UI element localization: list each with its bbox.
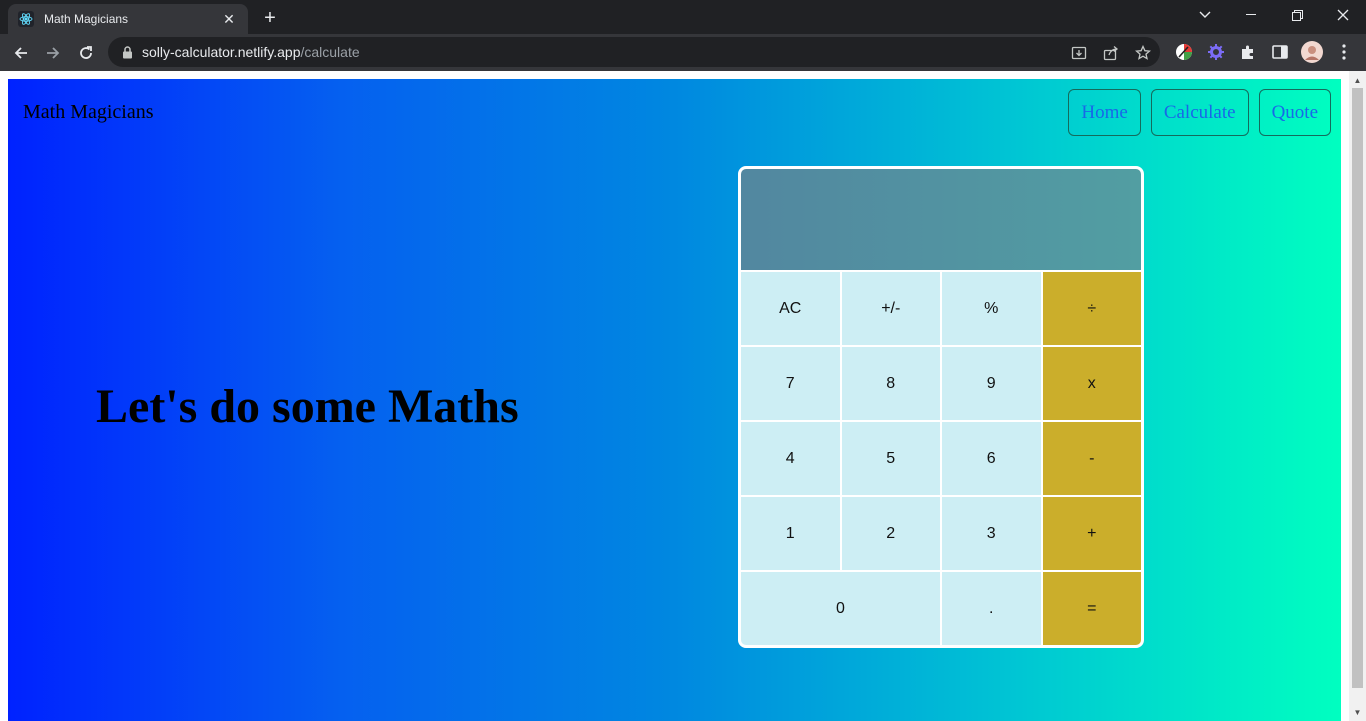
new-tab-button[interactable]: + (258, 6, 282, 30)
key-percent[interactable]: % (942, 272, 1041, 345)
page-headline: Let's do some Maths (96, 380, 519, 433)
calculator: AC +/- % ÷ 7 8 9 x 4 5 6 - 1 2 3 + 0 . = (738, 166, 1144, 648)
key-1[interactable]: 1 (741, 497, 840, 570)
gear-extension-icon[interactable] (1205, 41, 1227, 63)
color-extension-icon[interactable] (1173, 41, 1195, 63)
arrow-right-icon[interactable] (40, 40, 66, 66)
share-icon[interactable] (1102, 44, 1120, 62)
close-tab-icon[interactable]: ✕ (220, 10, 238, 28)
scroll-down-icon[interactable]: ▼ (1349, 705, 1366, 719)
site-nav: Home Calculate Quote (1068, 89, 1331, 136)
key-subtract[interactable]: - (1042, 422, 1141, 495)
key-7[interactable]: 7 (741, 347, 840, 420)
key-decimal[interactable]: . (942, 572, 1041, 645)
puzzle-icon[interactable] (1237, 41, 1259, 63)
key-6[interactable]: 6 (942, 422, 1041, 495)
key-add[interactable]: + (1042, 497, 1141, 570)
scroll-up-icon[interactable]: ▲ (1349, 73, 1366, 87)
key-divide[interactable]: ÷ (1042, 272, 1141, 345)
calculator-keypad: AC +/- % ÷ 7 8 9 x 4 5 6 - 1 2 3 + 0 . = (741, 270, 1141, 645)
site-logo: Math Magicians (23, 101, 154, 123)
key-5[interactable]: 5 (841, 422, 940, 495)
browser-toolbar: solly-calculator.netlify.app/calculate (0, 34, 1366, 71)
nav-link-home[interactable]: Home (1068, 89, 1141, 136)
url-path: /calculate (300, 44, 360, 60)
key-clear[interactable]: AC (741, 272, 840, 345)
key-0[interactable]: 0 (741, 572, 940, 645)
page-body: Math Magicians Home Calculate Quote Let'… (8, 79, 1341, 721)
browser-tab[interactable]: Math Magicians ✕ (8, 4, 248, 34)
star-icon[interactable] (1134, 44, 1152, 62)
key-3[interactable]: 3 (942, 497, 1041, 570)
react-favicon-icon (18, 11, 34, 27)
nav-link-quote[interactable]: Quote (1258, 89, 1331, 136)
close-window-icon[interactable] (1320, 0, 1366, 30)
key-8[interactable]: 8 (841, 347, 940, 420)
key-9[interactable]: 9 (942, 347, 1041, 420)
install-icon[interactable] (1070, 44, 1088, 62)
kebab-menu-icon[interactable] (1333, 41, 1355, 63)
scrollbar-thumb[interactable] (1352, 88, 1363, 688)
address-bar[interactable]: solly-calculator.netlify.app/calculate (108, 37, 1160, 67)
key-4[interactable]: 4 (741, 422, 840, 495)
tab-title: Math Magicians (44, 12, 129, 26)
page-viewport: Math Magicians Home Calculate Quote Let'… (0, 71, 1366, 721)
key-equals[interactable]: = (1042, 572, 1141, 645)
arrow-left-icon[interactable] (8, 40, 34, 66)
url-host: solly-calculator.netlify.app (142, 44, 301, 60)
key-multiply[interactable]: x (1042, 347, 1141, 420)
nav-link-calculate[interactable]: Calculate (1150, 89, 1249, 136)
side-panel-icon[interactable] (1269, 41, 1291, 63)
key-plus-minus[interactable]: +/- (841, 272, 940, 345)
minimize-icon[interactable] (1228, 0, 1274, 30)
calculator-display (741, 169, 1141, 270)
reload-icon[interactable] (73, 40, 99, 66)
tab-search-icon[interactable] (1182, 0, 1228, 30)
tab-strip: Math Magicians ✕ + (0, 0, 1366, 34)
lock-icon[interactable] (120, 45, 134, 59)
vertical-scrollbar[interactable]: ▲ ▼ (1349, 71, 1366, 721)
avatar[interactable] (1301, 41, 1323, 63)
key-2[interactable]: 2 (841, 497, 940, 570)
restore-icon[interactable] (1274, 0, 1320, 30)
